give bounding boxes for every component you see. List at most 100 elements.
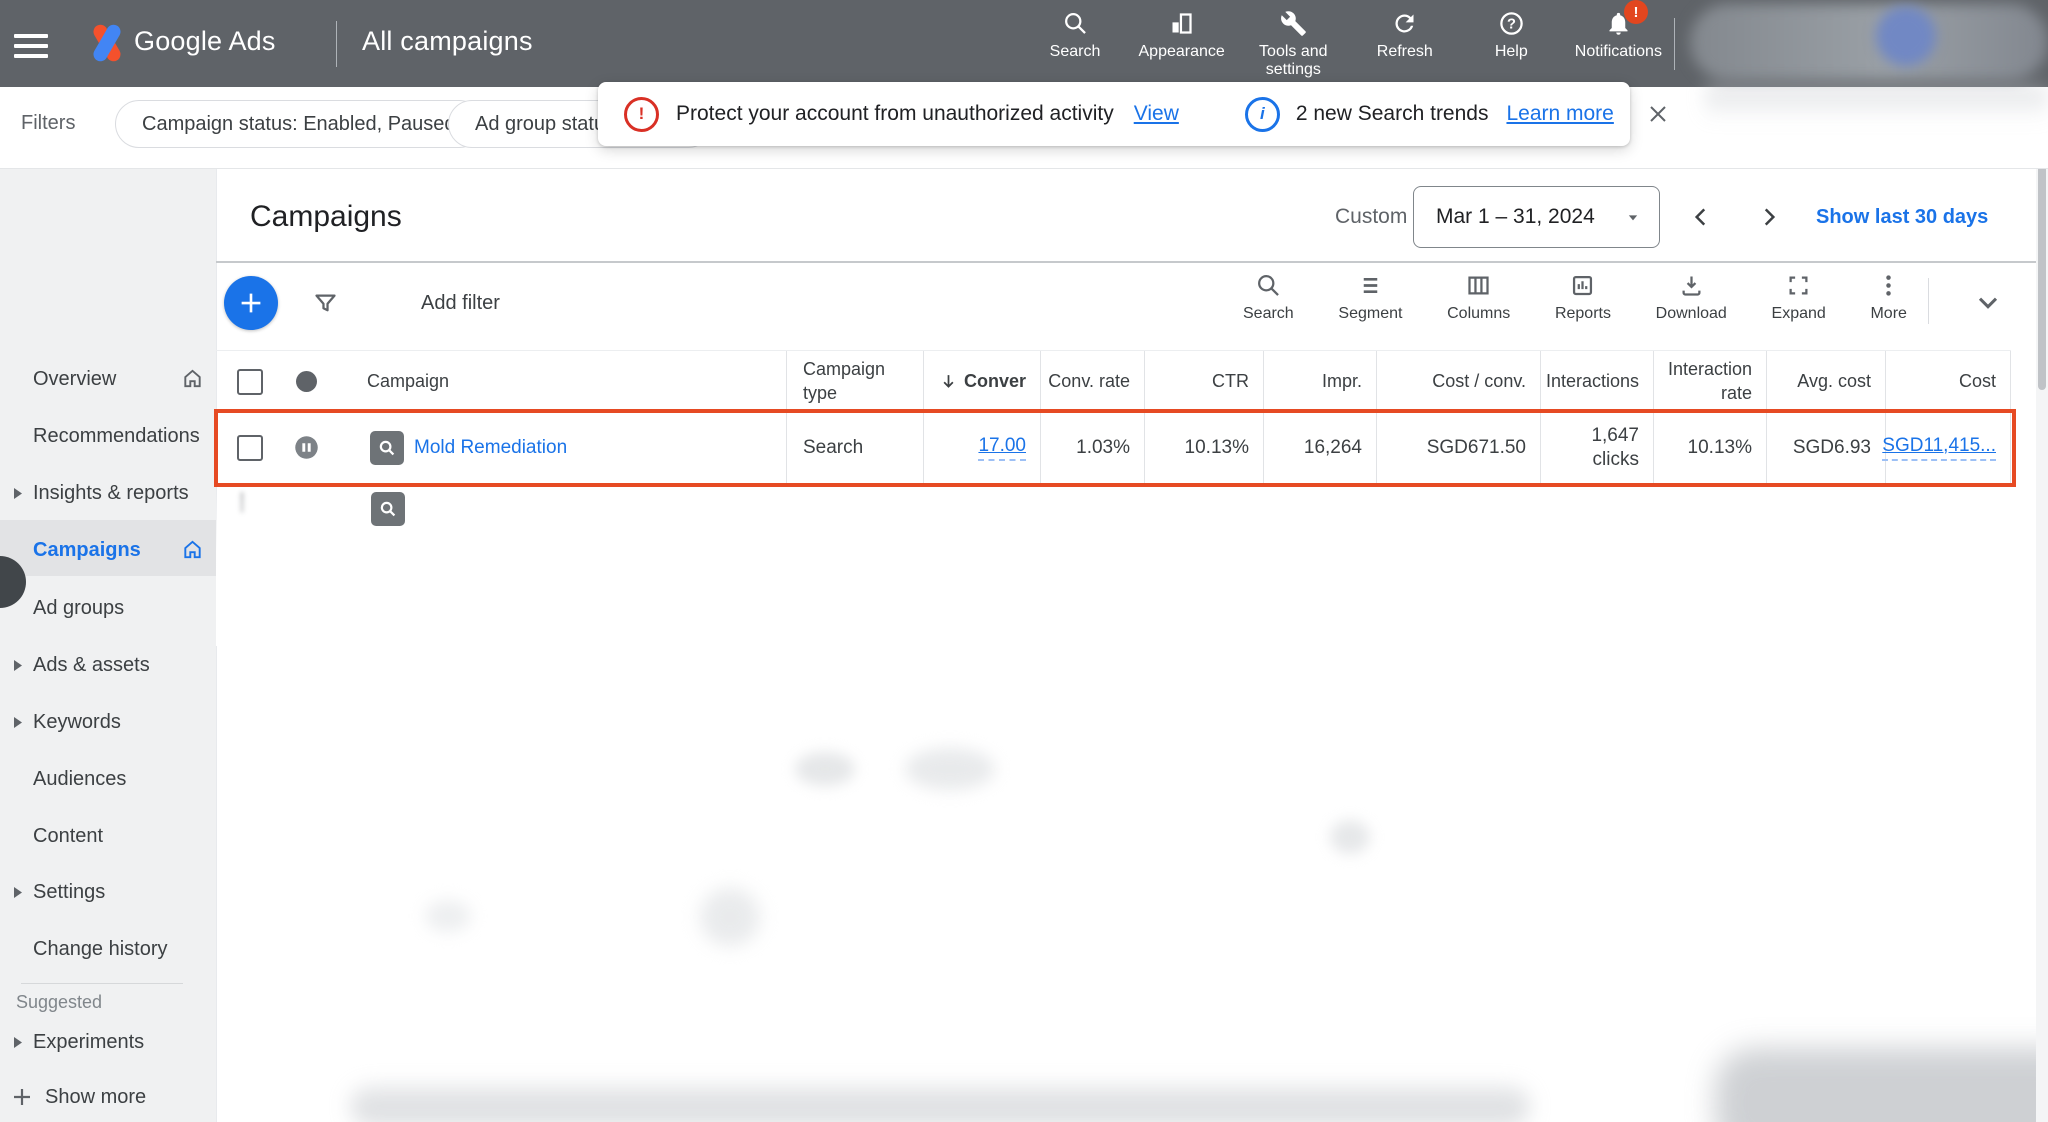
ctr-cell: 10.13% bbox=[1144, 411, 1263, 484]
more-button[interactable]: More bbox=[1870, 272, 1906, 323]
refresh-button[interactable]: Refresh bbox=[1362, 10, 1448, 61]
expand-button[interactable]: Expand bbox=[1772, 272, 1826, 323]
header-status-cell bbox=[283, 351, 330, 412]
date-range-selector[interactable]: Mar 1 – 31, 2024 bbox=[1413, 186, 1660, 248]
home-icon-blue bbox=[181, 538, 204, 561]
google-ads-app: Google Ads All campaigns Search Appearan… bbox=[0, 0, 2048, 1122]
columns-icon bbox=[1465, 272, 1492, 299]
expand-arrow-icon[interactable] bbox=[13, 659, 23, 672]
blurred-remnant bbox=[425, 900, 471, 932]
sidebar-item-content[interactable]: Content bbox=[33, 816, 103, 856]
plus-icon bbox=[236, 288, 266, 318]
campaign-name-link[interactable]: Mold Remediation bbox=[414, 437, 567, 459]
paused-status-icon bbox=[293, 434, 320, 461]
topbar-actions: Search Appearance Tools and settings Ref… bbox=[1032, 10, 1662, 80]
table-toolbar: Search Segment Columns Reports Download … bbox=[1243, 272, 1907, 323]
column-header-impr[interactable]: Impr. bbox=[1263, 351, 1376, 412]
search-campaign-icon bbox=[370, 431, 404, 465]
status-circle-icon[interactable] bbox=[296, 371, 317, 392]
column-header-cost-conv[interactable]: Cost / conv. bbox=[1376, 351, 1540, 412]
sidebar-item-insights-reports[interactable]: Insights & reports bbox=[33, 473, 189, 513]
date-mode-label: Custom bbox=[1335, 205, 1407, 229]
interaction-rate-cell: 10.13% bbox=[1653, 411, 1766, 484]
segment-button[interactable]: Segment bbox=[1338, 272, 1402, 323]
refresh-icon bbox=[1391, 10, 1418, 37]
filter-chip-campaign-status[interactable]: Campaign status: Enabled, Paused bbox=[115, 100, 483, 148]
row-checkbox[interactable] bbox=[237, 435, 263, 461]
menu-icon[interactable] bbox=[14, 28, 48, 64]
sidebar-item-audiences[interactable]: Audiences bbox=[33, 759, 126, 799]
blurred-remnant bbox=[700, 888, 760, 946]
suggested-section-label: Suggested bbox=[16, 992, 102, 1013]
download-button[interactable]: Download bbox=[1656, 272, 1727, 323]
search-button[interactable]: Search bbox=[1032, 10, 1118, 61]
reports-icon bbox=[1569, 272, 1596, 299]
sidebar-divider bbox=[21, 983, 183, 984]
table-search-button[interactable]: Search bbox=[1243, 272, 1294, 323]
column-header-avg-cost[interactable]: Avg. cost bbox=[1766, 351, 1885, 412]
blurred-remnant bbox=[1330, 820, 1370, 854]
select-all-checkbox[interactable] bbox=[237, 369, 263, 395]
ghost-search-campaign-icon bbox=[371, 492, 405, 526]
add-campaign-button[interactable] bbox=[224, 276, 278, 330]
sidebar-item-settings[interactable]: Settings bbox=[33, 872, 105, 912]
help-button[interactable]: ? Help bbox=[1468, 10, 1554, 61]
column-header-conv-rate[interactable]: Conv. rate bbox=[1040, 351, 1144, 412]
column-header-conversions[interactable]: Conver bbox=[923, 351, 1040, 412]
next-period-button[interactable] bbox=[1756, 204, 1782, 230]
campaign-cell: Mold Remediation bbox=[330, 411, 786, 484]
previous-period-button[interactable] bbox=[1688, 204, 1714, 230]
blurred-content-fade bbox=[216, 486, 2048, 646]
blurred-remnant bbox=[795, 752, 855, 786]
blurred-bottom-right bbox=[1715, 1048, 2048, 1122]
current-section-title: All campaigns bbox=[362, 26, 533, 57]
cost-cell: SGD11,415... bbox=[1885, 411, 2011, 484]
column-header-interactions[interactable]: Interactions bbox=[1540, 351, 1653, 412]
wrench-icon bbox=[1280, 10, 1307, 37]
close-icon[interactable] bbox=[1646, 102, 1670, 126]
blurred-remnant bbox=[905, 748, 995, 790]
sidebar-item-ad-groups[interactable]: Ad groups bbox=[33, 588, 124, 628]
add-filter-label[interactable]: Add filter bbox=[421, 292, 500, 315]
info-learn-more-link[interactable]: Learn more bbox=[1506, 102, 1613, 126]
search-icon bbox=[1062, 10, 1089, 37]
appearance-button[interactable]: Appearance bbox=[1139, 10, 1225, 61]
collapse-chevron-icon[interactable] bbox=[1972, 286, 2004, 318]
blurred-avatar bbox=[1876, 6, 1936, 66]
sidebar-item-change-history[interactable]: Change history bbox=[33, 929, 168, 969]
column-header-interaction-rate[interactable]: Interaction rate bbox=[1653, 351, 1766, 412]
conversions-link[interactable]: 17.00 bbox=[978, 435, 1026, 461]
columns-button[interactable]: Columns bbox=[1447, 272, 1510, 323]
expand-arrow-icon[interactable] bbox=[13, 716, 23, 729]
sidebar-item-campaigns[interactable]: Campaigns bbox=[33, 530, 141, 570]
header-select-cell bbox=[216, 351, 283, 412]
ghost-checkbox bbox=[240, 494, 244, 512]
column-header-cost[interactable]: Cost bbox=[1885, 351, 2011, 412]
column-header-campaign-type[interactable]: Campaign type bbox=[786, 351, 923, 412]
sidebar-item-recommendations[interactable]: Recommendations bbox=[33, 416, 200, 456]
show-last-30-days-link[interactable]: Show last 30 days bbox=[1816, 206, 1988, 229]
tools-and-settings-button[interactable]: Tools and settings bbox=[1245, 10, 1341, 80]
sidebar-item-experiments[interactable]: Experiments bbox=[33, 1022, 144, 1062]
notifications-button[interactable]: Notifications ! bbox=[1575, 10, 1662, 61]
toolbar-divider bbox=[1928, 278, 1929, 324]
warning-view-link[interactable]: View bbox=[1134, 102, 1179, 126]
cost-link[interactable]: SGD11,415... bbox=[1882, 435, 1996, 461]
blurred-bottom-strip bbox=[350, 1086, 1530, 1122]
filter-funnel-icon[interactable] bbox=[312, 290, 339, 317]
column-header-ctr[interactable]: CTR bbox=[1144, 351, 1263, 412]
page-title: Campaigns bbox=[250, 200, 402, 234]
svg-text:?: ? bbox=[1507, 17, 1516, 33]
blurred-account-smear bbox=[1705, 87, 2048, 121]
sidebar-show-more[interactable]: Show more bbox=[45, 1077, 146, 1117]
column-header-campaign[interactable]: Campaign bbox=[330, 351, 786, 412]
sidebar-item-ads-assets[interactable]: Ads & assets bbox=[33, 645, 150, 685]
expand-arrow-icon[interactable] bbox=[13, 1036, 23, 1049]
sidebar-item-overview[interactable]: Overview bbox=[33, 359, 116, 399]
sidebar-item-keywords[interactable]: Keywords bbox=[33, 702, 121, 742]
warning-text: Protect your account from unauthorized a… bbox=[676, 102, 1114, 126]
expand-arrow-icon[interactable] bbox=[13, 487, 23, 500]
reports-button[interactable]: Reports bbox=[1555, 272, 1611, 323]
avg-cost-cell: SGD6.93 bbox=[1766, 411, 1885, 484]
expand-arrow-icon[interactable] bbox=[13, 886, 23, 899]
